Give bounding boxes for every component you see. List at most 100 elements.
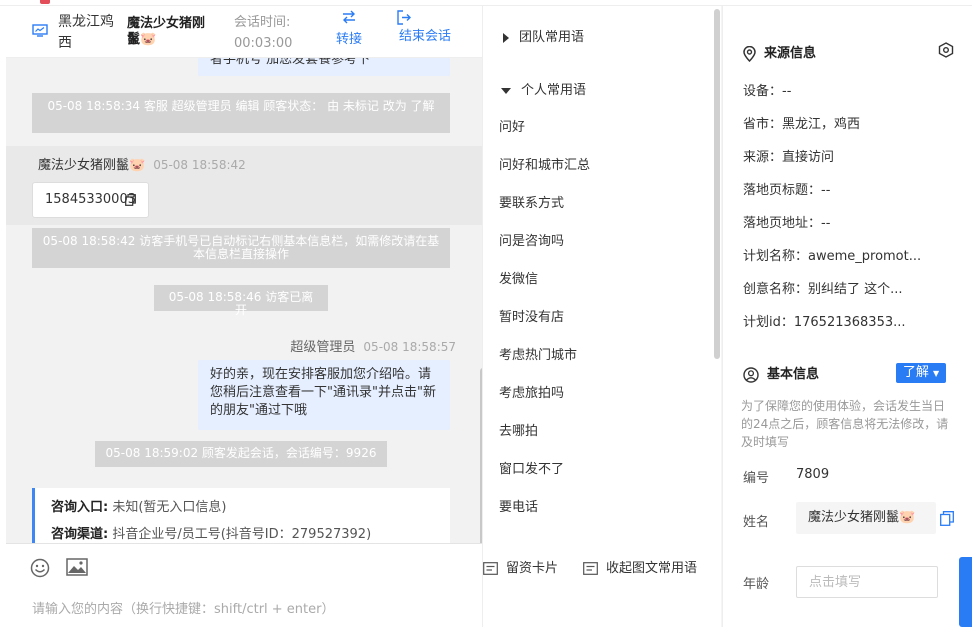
chat-panel: 黑龙江鸡西 魔法少女猪刚鬣🐷 会话时间: 00:03:00 转接 结束会话 者手… (0, 6, 482, 627)
session-time-label: 会话时间: (234, 15, 291, 30)
transfer-button[interactable]: 转接 (332, 10, 366, 47)
phrase-group-team-label: 团队常用语 (519, 30, 585, 45)
staff-message-text: 者手机号 加您发套餐参考下 (210, 58, 371, 67)
phrase-item[interactable]: 发微信 (499, 268, 538, 287)
exit-icon (397, 10, 411, 25)
status-dropdown[interactable]: 了解 ▼ (896, 363, 946, 383)
user-circle-icon (743, 366, 759, 383)
collapse-phrases-button[interactable]: 收起图文常用语 (583, 557, 697, 576)
transfer-icon (343, 10, 355, 24)
info-notice: 为了保障您的使用体验，会话发生当日的24点之后，顾客信息将无法修改，请及时填写 (741, 399, 949, 449)
caret-right-icon (503, 32, 509, 43)
staff-message-header: 超级管理员 05-08 18:58:57 (290, 336, 456, 355)
age-input[interactable] (796, 566, 938, 598)
chat-header: 黑龙江鸡西 魔法少女猪刚鬣🐷 会话时间: 00:03:00 转接 结束会话 (6, 6, 482, 58)
phrase-group-personal-label: 个人常用语 (521, 83, 587, 98)
source-channel: 来源：直接访问 (743, 150, 835, 165)
staff-message-text: 好的亲，现在安排客服加您介绍哈。请您稍后注意查看一下"通讯录"并点击"新的朋友"… (210, 367, 436, 418)
consult-info-card: 咨询入口: 未知(暂无入口信息) 咨询渠道: 抖音企业号/员工号(抖音号ID：2… (32, 488, 450, 543)
staff-message-time: 05-08 18:58:57 (363, 340, 456, 354)
phrases-panel: 团队常用语 个人常用语 问好 问好和城市汇总 要联系方式 问是咨询吗 发微信 暂… (482, 6, 721, 627)
name-label: 姓名 (743, 515, 770, 530)
source-landing-url: 落地页地址：-- (743, 216, 831, 231)
copy-icon[interactable] (125, 194, 136, 206)
lead-card-label: 留资卡片 (506, 561, 559, 576)
source-info-title: 来源信息 (743, 42, 816, 62)
phrase-item[interactable]: 要联系方式 (499, 192, 564, 211)
message-list[interactable]: 者手机号 加您发套餐参考下 05-08 18:58:34 客服 超级管理员 编辑… (6, 58, 482, 543)
caret-down-icon: ▼ (933, 369, 940, 378)
location-pin-icon (743, 45, 756, 62)
source-province-city: 省市：黑龙江，鸡西 (743, 117, 861, 132)
caret-down-icon (501, 87, 511, 94)
card-icon (483, 562, 498, 575)
end-session-button[interactable]: 结束会话 (394, 10, 456, 44)
phrase-group-team[interactable]: 团队常用语 (503, 26, 584, 45)
collapse-phrases-label: 收起图文常用语 (606, 561, 698, 576)
consult-entry-label: 咨询入口: (51, 500, 109, 515)
phrases-scrollbar[interactable] (714, 9, 720, 359)
system-message-text: 05-08 18:58:42 访客手机号已自动标记右侧基本信息栏，如需修改请在基… (42, 234, 440, 261)
visitor-message-header: 魔法少女猪刚鬣🐷 05-08 18:58:42 (38, 154, 246, 173)
session-time-value: 00:03:00 (234, 36, 293, 51)
system-message-text: 05-08 18:58:46 访客已离开 (168, 290, 314, 317)
consult-channel-label: 咨询渠道: (51, 527, 109, 542)
phrase-item[interactable]: 考虑旅拍吗 (499, 382, 564, 401)
source-creative-name: 创意名称：别纠结了 这个... (743, 282, 903, 297)
lead-card-button[interactable]: 留资卡片 (483, 557, 558, 576)
id-label: 编号 (743, 471, 770, 486)
phrase-item[interactable]: 去哪拍 (499, 420, 538, 439)
consult-entry-row: 咨询入口: 未知(暂无入口信息) (51, 494, 434, 521)
system-message-text: 05-08 18:58:34 客服 超级管理员 编辑 顾客状态： 由 未标记 改… (47, 99, 435, 113)
name-field[interactable]: 魔法少女猪刚鬣🐷 (796, 502, 936, 534)
system-message: 05-08 18:58:34 客服 超级管理员 编辑 顾客状态： 由 未标记 改… (32, 93, 450, 133)
source-plan-id: 计划id：176521368353... (743, 315, 906, 330)
system-message-text: 05-08 18:59:02 顾客发起会话，会话编号：9926 (105, 446, 377, 460)
card-icon (583, 562, 598, 575)
end-session-label: 结束会话 (398, 29, 451, 44)
system-message: 05-08 18:58:46 访客已离开 (154, 285, 328, 317)
system-message: 05-08 18:59:02 顾客发起会话，会话编号：9926 (95, 441, 387, 467)
edit-copy-icon[interactable] (940, 511, 954, 526)
basic-info-title-text: 基本信息 (767, 367, 820, 382)
staff-message-name: 超级管理员 (290, 340, 356, 355)
phrase-item[interactable]: 要电话 (499, 496, 538, 515)
consult-channel-value: 抖音企业号/员工号(抖音号ID：279527392) (112, 527, 372, 542)
visitor-info-panel: 来源信息 设备：-- 省市：黑龙江，鸡西 来源：直接访问 落地页标题：-- 落地… (722, 6, 972, 627)
phrase-item[interactable]: 问是咨询吗 (499, 230, 564, 249)
visitor-phone-text: 15845330003 (45, 192, 136, 207)
image-icon[interactable] (66, 558, 88, 576)
phrase-group-personal[interactable]: 个人常用语 (501, 79, 586, 98)
visitor-message-name: 魔法少女猪刚鬣🐷 (38, 158, 146, 173)
source-landing-title: 落地页标题：-- (743, 183, 831, 198)
phrase-item[interactable]: 考虑热门城市 (499, 344, 577, 363)
side-tab-handle[interactable] (959, 557, 972, 627)
visitor-phone-message[interactable]: 15845330003 (32, 182, 149, 218)
settings-hex-icon[interactable] (938, 42, 954, 58)
visitor-name: 魔法少女猪刚鬣🐷 (127, 16, 206, 47)
status-badge: 了解 (902, 365, 929, 380)
source-device: 设备：-- (743, 84, 792, 99)
message-input[interactable]: 请输入您的内容（换行快捷键：shift/ctrl + enter） (32, 598, 335, 617)
transfer-label: 转接 (335, 32, 362, 47)
phrase-item[interactable]: 问好 (499, 116, 525, 135)
phrase-item[interactable]: 问好和城市汇总 (499, 154, 590, 173)
visitor-location: 黑龙江鸡西 (58, 14, 114, 51)
emoji-icon[interactable] (30, 558, 50, 578)
phrase-item[interactable]: 暂时没有店 (499, 306, 564, 325)
visitor-message-time: 05-08 18:58:42 (153, 158, 246, 172)
monitor-icon (32, 24, 48, 37)
staff-message-bubble: 好的亲，现在安排客服加您介绍哈。请您稍后注意查看一下"通讯录"并点击"新的朋友"… (198, 360, 450, 430)
input-area[interactable]: 请输入您的内容（换行快捷键：shift/ctrl + enter） (6, 543, 482, 627)
phrase-item[interactable]: 窗口发不了 (499, 458, 564, 477)
source-plan-name: 计划名称：aweme_promot... (743, 249, 922, 264)
age-label: 年龄 (743, 577, 770, 592)
basic-info-title: 基本信息 (743, 363, 819, 383)
source-info-title-text: 来源信息 (764, 46, 817, 61)
system-message: 05-08 18:58:42 访客手机号已自动标记右侧基本信息栏，如需修改请在基… (32, 228, 450, 268)
consult-channel-row: 咨询渠道: 抖音企业号/员工号(抖音号ID：279527392) (51, 521, 434, 543)
staff-message-bubble: 者手机号 加您发套餐参考下 (198, 58, 450, 76)
top-mark (40, 0, 50, 4)
id-value: 7809 (796, 467, 830, 482)
consult-entry-value: 未知(暂无入口信息) (112, 500, 227, 515)
